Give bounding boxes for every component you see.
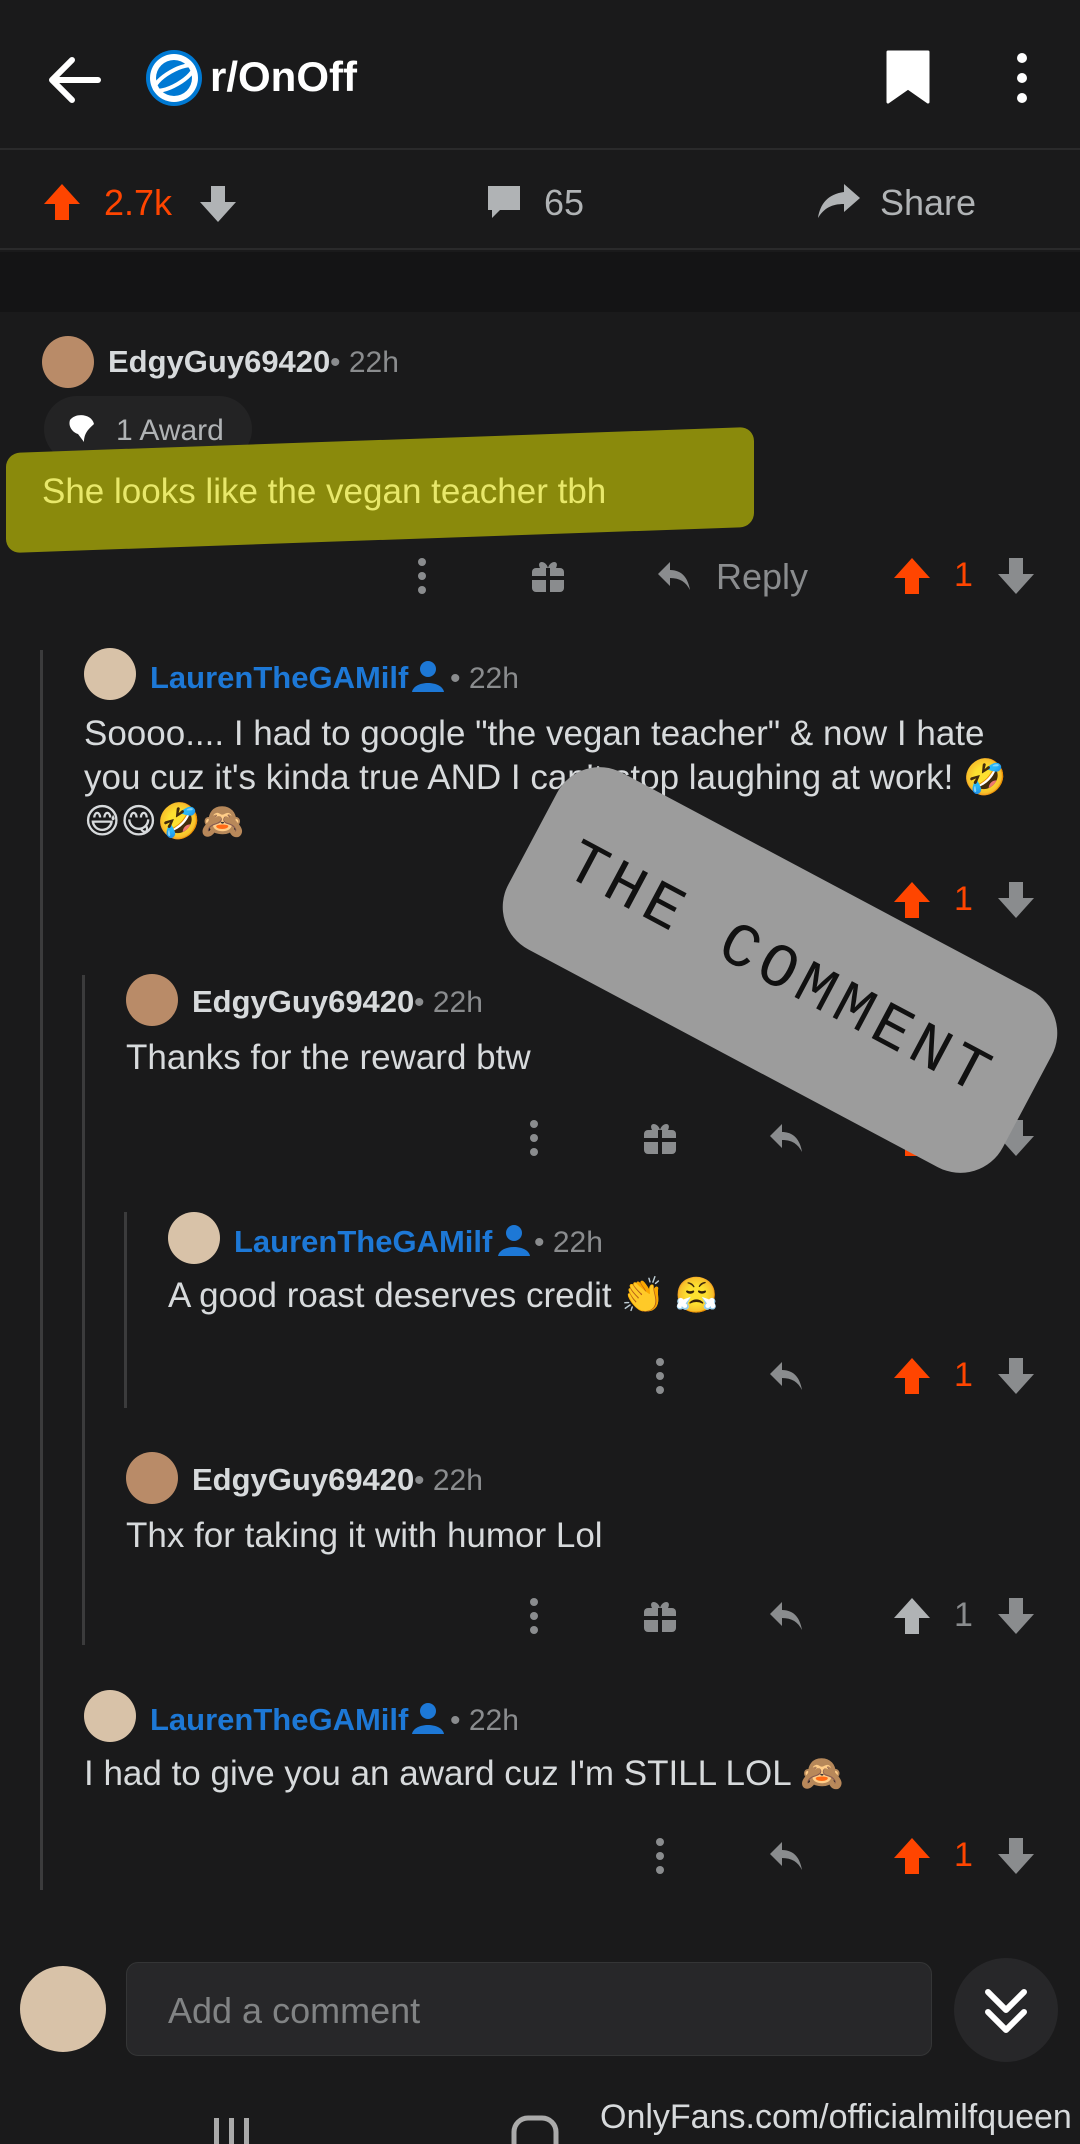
reply-icon[interactable] [766, 1836, 806, 1876]
reply-icon[interactable] [766, 1356, 806, 1396]
avatar[interactable] [168, 1212, 220, 1264]
upvote-icon[interactable] [892, 1356, 932, 1396]
op-badge-icon [412, 661, 444, 692]
upvote-icon[interactable] [892, 1596, 932, 1636]
reply-icon[interactable] [766, 1596, 806, 1636]
comment-body: Soooo.... I had to google "the vegan tea… [84, 714, 985, 753]
award-label: 1 Award [116, 414, 224, 447]
share-label[interactable]: Share [880, 182, 976, 224]
comment-body: A good roast deserves credit 👏 😤 [168, 1276, 719, 1315]
comment-author[interactable]: EdgyGuy69420 [192, 984, 414, 1020]
comment-score: 1 [954, 1596, 973, 1634]
comment-author[interactable]: LaurenTheGAMilf [234, 1224, 492, 1260]
back-arrow-icon[interactable] [44, 50, 104, 110]
downvote-icon[interactable] [996, 880, 1036, 920]
avatar[interactable] [84, 1690, 136, 1742]
more-options-icon[interactable] [1008, 50, 1036, 106]
comment-body: She looks like the vegan teacher tbh [42, 472, 607, 511]
comment-author[interactable]: LaurenTheGAMilf [150, 660, 408, 696]
op-badge-icon [498, 1225, 530, 1256]
upvote-icon[interactable] [892, 1836, 932, 1876]
avatar[interactable] [126, 1452, 178, 1504]
watermark: OnlyFans.com/officialmilfqueen [600, 2098, 1072, 2136]
comment-body: Thanks for the reward btw [126, 1038, 531, 1077]
comment-body: you cuz it's kinda true AND I can't stop… [84, 758, 1007, 797]
section-divider [0, 252, 1080, 312]
comment-body: 😅😋🤣🙈 [84, 802, 245, 841]
upvote-icon[interactable] [42, 182, 82, 222]
recent-apps-icon[interactable] [210, 2112, 254, 2144]
comment-timestamp: • 22h [414, 986, 483, 1019]
user-avatar[interactable] [20, 1966, 106, 2052]
thread-line[interactable] [82, 975, 85, 1645]
reply-icon[interactable] [654, 556, 694, 596]
subreddit-icon[interactable] [146, 50, 202, 106]
comment-timestamp: • 22h [414, 1464, 483, 1497]
comment-author[interactable]: EdgyGuy69420 [108, 344, 330, 380]
downvote-icon[interactable] [996, 1596, 1036, 1636]
reply-icon[interactable] [766, 1118, 806, 1158]
more-options-icon[interactable] [408, 556, 436, 596]
double-chevron-down-icon [985, 1989, 1027, 2033]
comment-timestamp: • 22h [534, 1226, 603, 1259]
avatar[interactable] [84, 648, 136, 700]
jump-to-next-button[interactable] [954, 1958, 1058, 2062]
top-bar: r/OnOff [0, 0, 1080, 150]
avatar[interactable] [42, 336, 94, 388]
comment-score: 1 [954, 880, 973, 918]
award-icon [64, 410, 100, 446]
downvote-icon[interactable] [996, 1836, 1036, 1876]
comment-timestamp: • 22h [450, 662, 519, 695]
op-badge-icon [412, 1703, 444, 1734]
downvote-icon[interactable] [996, 556, 1036, 596]
comment-body: I had to give you an award cuz I'm STILL… [84, 1754, 844, 1793]
more-options-icon[interactable] [646, 1836, 674, 1876]
avatar[interactable] [126, 974, 178, 1026]
thread-line[interactable] [124, 1212, 127, 1408]
reply-label[interactable]: Reply [716, 556, 808, 598]
more-options-icon[interactable] [520, 1118, 548, 1158]
gift-icon[interactable] [640, 1596, 680, 1636]
home-icon[interactable] [510, 2112, 560, 2144]
comment-author[interactable]: EdgyGuy69420 [192, 1462, 414, 1498]
comment-timestamp: • 22h [450, 1704, 519, 1737]
post-action-bar: 2.7k 65 Share [0, 152, 1080, 250]
gift-icon[interactable] [528, 556, 568, 596]
comment-score: 1 [954, 556, 973, 594]
comment-timestamp: • 22h [330, 346, 399, 379]
comment-count[interactable]: 65 [544, 182, 584, 224]
upvote-icon[interactable] [892, 556, 932, 596]
upvote-icon[interactable] [892, 880, 932, 920]
share-icon[interactable] [816, 180, 862, 222]
post-score: 2.7k [104, 182, 173, 223]
downvote-icon[interactable] [996, 1356, 1036, 1396]
comment-score: 1 [954, 1356, 973, 1394]
gift-icon[interactable] [640, 1118, 680, 1158]
comment-author[interactable]: LaurenTheGAMilf [150, 1702, 408, 1738]
comment-bubble-icon[interactable] [484, 182, 524, 222]
bookmark-icon[interactable] [884, 48, 932, 106]
subreddit-name[interactable]: r/OnOff [210, 53, 357, 101]
downvote-icon[interactable] [198, 184, 238, 224]
comment-body: Thx for taking it with humor Lol [126, 1516, 603, 1555]
thread-line[interactable] [40, 650, 43, 1890]
comment-score: 1 [954, 1836, 973, 1874]
more-options-icon[interactable] [520, 1596, 548, 1636]
more-options-icon[interactable] [646, 1356, 674, 1396]
add-comment-placeholder: Add a comment [168, 1990, 421, 2031]
